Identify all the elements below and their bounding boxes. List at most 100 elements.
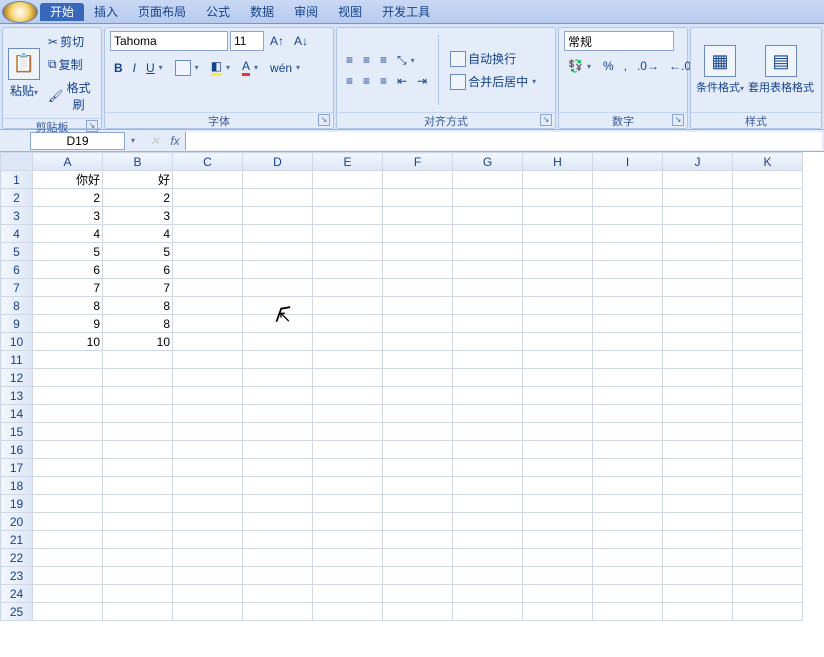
currency-button[interactable]: 💱▾ bbox=[564, 57, 597, 75]
cell-I5[interactable] bbox=[593, 243, 663, 261]
cell-C23[interactable] bbox=[173, 567, 243, 585]
cell-D12[interactable] bbox=[243, 369, 313, 387]
cell-E18[interactable] bbox=[313, 477, 383, 495]
align-middle-button[interactable]: ≡ bbox=[359, 51, 374, 69]
cell-K16[interactable] bbox=[733, 441, 803, 459]
col-header-C[interactable]: C bbox=[173, 153, 243, 171]
fx-button[interactable]: fx bbox=[165, 134, 185, 148]
cell-K24[interactable] bbox=[733, 585, 803, 603]
bold-button[interactable]: B bbox=[110, 59, 127, 77]
cell-D17[interactable] bbox=[243, 459, 313, 477]
cell-C4[interactable] bbox=[173, 225, 243, 243]
orientation-button[interactable]: ⤡▾ bbox=[393, 51, 421, 70]
row-header-16[interactable]: 16 bbox=[1, 441, 33, 459]
cell-F15[interactable] bbox=[383, 423, 453, 441]
row-header-6[interactable]: 6 bbox=[1, 261, 33, 279]
row-header-5[interactable]: 5 bbox=[1, 243, 33, 261]
cell-F18[interactable] bbox=[383, 477, 453, 495]
cell-H10[interactable] bbox=[523, 333, 593, 351]
cell-E5[interactable] bbox=[313, 243, 383, 261]
cell-C2[interactable] bbox=[173, 189, 243, 207]
cell-B3[interactable]: 3 bbox=[103, 207, 173, 225]
align-bottom-button[interactable]: ≡ bbox=[376, 51, 391, 69]
cell-D25[interactable] bbox=[243, 603, 313, 621]
row-header-18[interactable]: 18 bbox=[1, 477, 33, 495]
cell-E14[interactable] bbox=[313, 405, 383, 423]
cell-J8[interactable] bbox=[663, 297, 733, 315]
cell-F5[interactable] bbox=[383, 243, 453, 261]
col-header-E[interactable]: E bbox=[313, 153, 383, 171]
row-header-7[interactable]: 7 bbox=[1, 279, 33, 297]
increase-font-button[interactable]: A↑ bbox=[266, 32, 288, 50]
cell-J15[interactable] bbox=[663, 423, 733, 441]
cell-E4[interactable] bbox=[313, 225, 383, 243]
cell-G23[interactable] bbox=[453, 567, 523, 585]
cell-I12[interactable] bbox=[593, 369, 663, 387]
align-left-button[interactable]: ≡ bbox=[342, 72, 357, 90]
cell-G19[interactable] bbox=[453, 495, 523, 513]
cell-G18[interactable] bbox=[453, 477, 523, 495]
cell-H17[interactable] bbox=[523, 459, 593, 477]
cell-A4[interactable]: 4 bbox=[33, 225, 103, 243]
cell-K12[interactable] bbox=[733, 369, 803, 387]
name-box-dropdown[interactable]: ▾ bbox=[131, 136, 139, 145]
cell-K21[interactable] bbox=[733, 531, 803, 549]
row-header-1[interactable]: 1 bbox=[1, 171, 33, 189]
cell-G21[interactable] bbox=[453, 531, 523, 549]
cell-G9[interactable] bbox=[453, 315, 523, 333]
cell-K15[interactable] bbox=[733, 423, 803, 441]
cell-B1[interactable]: 好 bbox=[103, 171, 173, 189]
cell-J23[interactable] bbox=[663, 567, 733, 585]
cell-F11[interactable] bbox=[383, 351, 453, 369]
font-dialog-launcher[interactable]: ↘ bbox=[318, 114, 330, 126]
cell-B20[interactable] bbox=[103, 513, 173, 531]
cell-D6[interactable] bbox=[243, 261, 313, 279]
cell-B18[interactable] bbox=[103, 477, 173, 495]
cell-J17[interactable] bbox=[663, 459, 733, 477]
cell-C22[interactable] bbox=[173, 549, 243, 567]
cell-K10[interactable] bbox=[733, 333, 803, 351]
row-header-23[interactable]: 23 bbox=[1, 567, 33, 585]
cell-B8[interactable]: 8 bbox=[103, 297, 173, 315]
table-format-button[interactable]: 套用表格格式 bbox=[748, 79, 814, 95]
cell-A13[interactable] bbox=[33, 387, 103, 405]
row-header-15[interactable]: 15 bbox=[1, 423, 33, 441]
col-header-A[interactable]: A bbox=[33, 153, 103, 171]
col-header-D[interactable]: D bbox=[243, 153, 313, 171]
office-button[interactable] bbox=[2, 1, 38, 23]
cell-D2[interactable] bbox=[243, 189, 313, 207]
cell-E22[interactable] bbox=[313, 549, 383, 567]
cell-D1[interactable] bbox=[243, 171, 313, 189]
cell-C13[interactable] bbox=[173, 387, 243, 405]
cell-C1[interactable] bbox=[173, 171, 243, 189]
cell-B16[interactable] bbox=[103, 441, 173, 459]
cell-K23[interactable] bbox=[733, 567, 803, 585]
cell-C8[interactable] bbox=[173, 297, 243, 315]
cell-I21[interactable] bbox=[593, 531, 663, 549]
cell-H21[interactable] bbox=[523, 531, 593, 549]
cell-I6[interactable] bbox=[593, 261, 663, 279]
cell-F21[interactable] bbox=[383, 531, 453, 549]
cell-H22[interactable] bbox=[523, 549, 593, 567]
cell-A3[interactable]: 3 bbox=[33, 207, 103, 225]
cell-G5[interactable] bbox=[453, 243, 523, 261]
cell-F19[interactable] bbox=[383, 495, 453, 513]
wrap-text-button[interactable]: 自动换行 bbox=[446, 48, 520, 69]
cell-I9[interactable] bbox=[593, 315, 663, 333]
align-right-button[interactable]: ≡ bbox=[376, 72, 391, 90]
cell-I1[interactable] bbox=[593, 171, 663, 189]
cell-E3[interactable] bbox=[313, 207, 383, 225]
cell-E2[interactable] bbox=[313, 189, 383, 207]
select-all-corner[interactable] bbox=[1, 153, 33, 171]
cell-G6[interactable] bbox=[453, 261, 523, 279]
cell-I11[interactable] bbox=[593, 351, 663, 369]
row-header-24[interactable]: 24 bbox=[1, 585, 33, 603]
cell-F20[interactable] bbox=[383, 513, 453, 531]
cell-D20[interactable] bbox=[243, 513, 313, 531]
cell-E10[interactable] bbox=[313, 333, 383, 351]
cell-C16[interactable] bbox=[173, 441, 243, 459]
cell-K11[interactable] bbox=[733, 351, 803, 369]
comma-button[interactable]: , bbox=[620, 57, 631, 75]
cell-F7[interactable] bbox=[383, 279, 453, 297]
cell-C20[interactable] bbox=[173, 513, 243, 531]
